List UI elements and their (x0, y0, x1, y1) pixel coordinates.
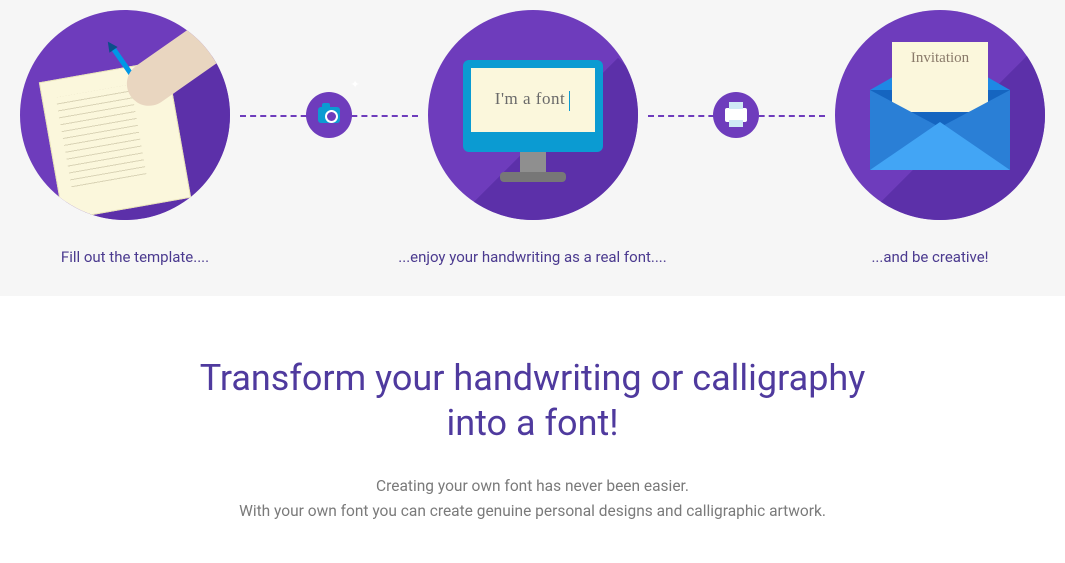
step3-illustration-envelope: Invitation (835, 10, 1045, 220)
camera-icon: ✦ (306, 92, 352, 138)
monitor-sample-text: I'm a font (495, 89, 570, 110)
step-captions-row: Fill out the template.... ...enjoy your … (20, 248, 1045, 266)
step1-illustration-handwriting (20, 10, 230, 220)
monitor-icon: I'm a font (463, 60, 603, 152)
sub-line-1: Creating your own font has never been ea… (40, 474, 1025, 499)
connector-1: ✦ (230, 90, 428, 140)
envelope-icon: Invitation (870, 70, 1010, 170)
sub-line-2: With your own font you can create genuin… (40, 499, 1025, 524)
page-headline: Transform your handwriting or calligraph… (183, 356, 883, 446)
process-steps-banner: ✦ I'm a font (0, 0, 1065, 296)
step2-caption: ...enjoy your handwriting as a real font… (250, 248, 815, 266)
printer-icon (713, 92, 759, 138)
invitation-card-text: Invitation (911, 50, 969, 67)
step3-caption: ...and be creative! (815, 248, 1045, 266)
connector-2 (638, 90, 836, 140)
steps-row: ✦ I'm a font (20, 10, 1045, 220)
step1-caption: Fill out the template.... (20, 248, 250, 266)
step2-illustration-monitor: I'm a font (428, 10, 638, 220)
headline-section: Transform your handwriting or calligraph… (0, 296, 1065, 554)
